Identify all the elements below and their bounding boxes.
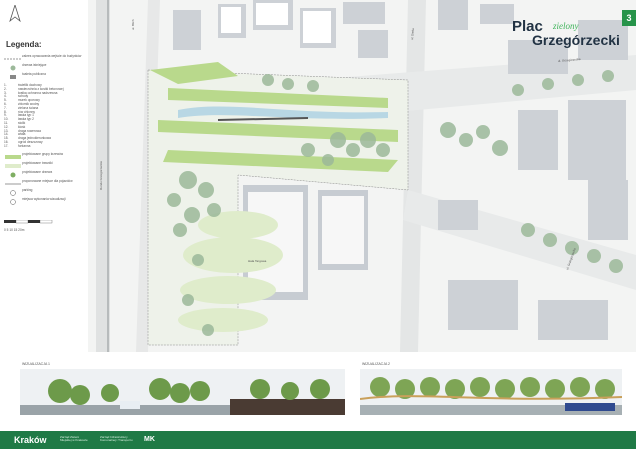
legend-new-trees: projektowane drzewa [4,170,84,178]
legend-viewpoints: miejsca wykonania wizualizacji [4,197,84,205]
legend-shrubs: projektowane grupy krzewów [4,152,84,160]
new-tree-icon [10,172,16,178]
street-label-vertical: ul. Blich [131,19,135,30]
vehicle-icon [5,182,21,185]
page-number-badge: 3 [622,10,636,26]
viewpoint-icon [10,198,16,205]
vis1-label: WIZUALIZACJA 1 [22,362,51,366]
visualization-1[interactable] [20,369,345,415]
title-accent: zielony [553,21,579,31]
legend-numbered-list: 1. świetlik dachowy 2. nawierzchnia z kost… [4,83,84,149]
building-label: Hala Targowa [248,259,267,263]
site-plan-map[interactable]: Rondo Grzegórzeckie ul. Grzegórzecka Hal… [88,0,636,352]
legend-toilet: toaleta publiczna [4,72,84,80]
legend-lawns: projektowane trawniki [4,161,84,169]
footer: Kraków Zarząd Zieleni Miejskiej w Krakow… [0,431,636,449]
legend-existing-trees: drzewa istniejące [4,63,84,71]
logo-mk: MK [144,436,155,443]
scale-bar-icon [4,219,53,223]
logo-zzm: Zarząd Zieleni Miejskiej w Krakowie [60,435,88,443]
vis2-label: WIZUALIZACJA 2 [362,362,391,366]
parking-icon [10,189,16,196]
tree-icon [10,65,16,71]
legend: Legenda: zakres opracowania wejście do b… [4,40,84,232]
legend-item: 17. fontanna [4,143,31,148]
legend-title: Legenda: [6,40,42,49]
legend-parking: parking [4,188,84,196]
legend-boundary: zakres opracowania wejście do budynków [4,54,84,62]
street-label-left: Rondo Grzegórzeckie [99,161,103,190]
logo-zikit: Zarząd Infrastruktury Komunalnej i Trans… [100,435,133,443]
scale-label: 0 5 10 15 20m [4,227,25,232]
visualization-2[interactable] [360,369,622,415]
page-title: Grzegórzecki [532,32,620,48]
legend-vehicles: proponowane miejsce dla pojazdów [4,179,84,187]
north-arrow-icon [9,5,21,23]
shrubs-icon [5,154,21,159]
boundary-icon [4,58,22,60]
toilet-icon [10,75,16,79]
lawn-icon [5,163,21,168]
krakow-logo: Kraków [14,435,47,445]
